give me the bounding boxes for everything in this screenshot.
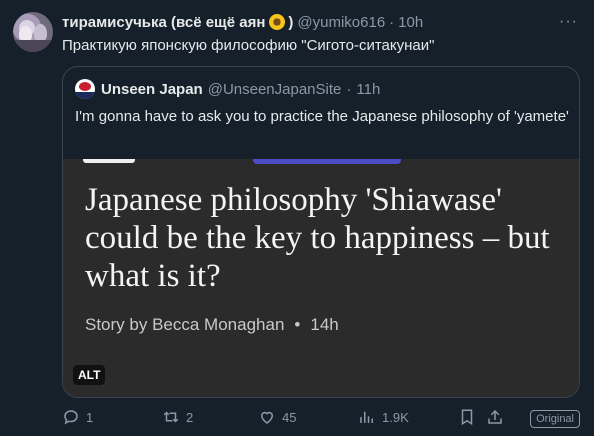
display-name[interactable]: тирамисучька (всё ещё аян xyxy=(62,14,265,31)
quote-time-separator: · xyxy=(346,80,352,98)
share-icon xyxy=(488,409,502,424)
retweet-count: 2 xyxy=(186,409,194,425)
display-name-suffix: ) xyxy=(288,13,294,31)
article-byline: Story by Becca Monaghan • 14h xyxy=(85,315,339,335)
quote-header: Unseen Japan @UnseenJapanSite · 11h xyxy=(75,79,380,99)
like-count: 45 xyxy=(282,409,297,425)
byline-dot: • xyxy=(294,315,301,334)
reply-button[interactable]: 1 xyxy=(62,408,93,426)
time-separator: · xyxy=(389,13,395,31)
byline-time: 14h xyxy=(310,315,339,334)
user-handle[interactable]: @yumiko616 xyxy=(297,14,385,31)
quote-time[interactable]: 11h xyxy=(356,81,380,98)
views-chart-icon xyxy=(360,411,373,423)
tweet-time[interactable]: 10h xyxy=(398,14,423,31)
bookmark-button[interactable] xyxy=(458,408,482,426)
tweet-header: тирамисучька (всё ещё аян ) @yumiko616 ·… xyxy=(62,13,546,31)
article-headline: Japanese philosophy 'Shiawase' could be … xyxy=(85,182,550,294)
views-button[interactable]: 1.9K xyxy=(358,408,409,426)
reply-icon xyxy=(64,410,78,425)
share-button[interactable] xyxy=(486,408,510,426)
image-top-strip-blue xyxy=(253,159,401,164)
alt-badge[interactable]: ALT xyxy=(73,365,106,385)
quote-display-name[interactable]: Unseen Japan xyxy=(101,81,203,98)
avatar-base xyxy=(13,40,53,52)
views-count: 1.9K xyxy=(382,409,409,425)
like-button[interactable]: 45 xyxy=(258,408,296,426)
image-top-strip-white xyxy=(83,159,135,163)
retweet-icon xyxy=(163,411,179,423)
quoted-tweet[interactable]: Unseen Japan @UnseenJapanSite · 11h I'm … xyxy=(62,66,580,398)
tweet-actions: 1 2 45 1.9K Original xyxy=(62,408,582,430)
quote-avatar[interactable] xyxy=(75,79,95,99)
more-dots-icon[interactable]: ··· xyxy=(559,13,578,31)
sunflower-icon xyxy=(269,14,286,30)
quote-text: I'm gonna have to ask you to practice th… xyxy=(75,108,569,125)
user-avatar[interactable] xyxy=(13,12,53,52)
retweet-button[interactable]: 2 xyxy=(162,408,193,426)
bookmark-icon xyxy=(461,409,473,426)
heart-icon xyxy=(260,411,274,424)
reply-count: 1 xyxy=(86,409,94,425)
quote-handle[interactable]: @UnseenJapanSite xyxy=(208,81,342,98)
byline-story: Story by Becca Monaghan xyxy=(85,315,285,334)
original-button[interactable]: Original xyxy=(530,410,580,428)
tweet-text: Практикую японскую философию "Сигото-сит… xyxy=(62,37,435,54)
quote-media-image[interactable]: Japanese philosophy 'Shiawase' could be … xyxy=(63,159,579,397)
